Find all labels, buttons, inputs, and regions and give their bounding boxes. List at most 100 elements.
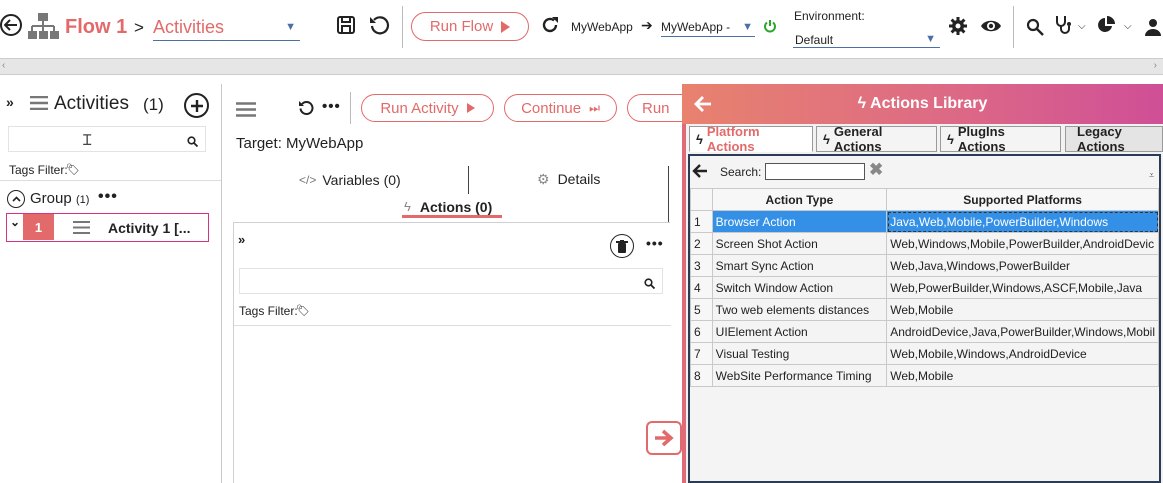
- table-row[interactable]: 3 Smart Sync Action Web,Java,Windows,Power…: [690, 254, 1159, 277]
- eye-icon[interactable]: [980, 18, 1002, 34]
- drag-handle-icon[interactable]: [73, 221, 90, 234]
- library-edge: [682, 124, 686, 483]
- environment-select[interactable]: Default ▼: [793, 30, 940, 48]
- supported-platforms-cell[interactable]: Web,Mobile: [886, 298, 1159, 321]
- tab-label: General Actions: [833, 124, 883, 154]
- tab-separator: [468, 166, 469, 194]
- text-cursor-icon: Ɪ: [83, 132, 92, 149]
- flow-title[interactable]: Flow 1: [65, 16, 127, 39]
- filter-dropdown-icon[interactable]: ⩡: [1149, 170, 1154, 181]
- refresh-icon[interactable]: [540, 15, 560, 35]
- action-type-cell[interactable]: Visual Testing: [711, 342, 888, 365]
- clear-search-icon[interactable]: ✖: [869, 160, 883, 180]
- table-row[interactable]: 7 Visual Testing Web,Mobile,Windows,Androi…: [690, 342, 1159, 365]
- search-icon[interactable]: [187, 134, 199, 148]
- expand-activity-icon[interactable]: ⌄: [10, 215, 20, 229]
- more-icon[interactable]: •••: [322, 98, 341, 115]
- skip-forward-icon: ⏭: [589, 100, 600, 115]
- search-icon[interactable]: [644, 276, 656, 290]
- tab-platform-actions[interactable]: ϟ Platform Actions: [689, 124, 813, 154]
- activities-count: (1): [143, 95, 164, 114]
- collapse-group-icon[interactable]: [7, 190, 25, 208]
- horizontal-scrollbar[interactable]: ‹ ›: [0, 58, 1163, 75]
- activity-item[interactable]: ⌄ 1 Activity 1 [...: [6, 213, 209, 242]
- back-arrow-icon[interactable]: [0, 14, 22, 36]
- group-label[interactable]: Group: [30, 190, 72, 207]
- tab-general-actions[interactable]: ϟ General Actions: [816, 124, 937, 154]
- delete-all-button[interactable]: [610, 234, 634, 258]
- search-icon[interactable]: [1026, 18, 1044, 36]
- user-icon[interactable]: [1144, 18, 1162, 36]
- tab-actions[interactable]: ϟ Actions (0): [402, 198, 502, 218]
- tab-variables[interactable]: </> Variables (0): [299, 171, 403, 189]
- library-search-input[interactable]: [765, 163, 865, 180]
- continue-button[interactable]: Continue ⏭: [504, 94, 617, 122]
- table-row[interactable]: 8 WebSite Performance Timing Web,Mobile: [690, 364, 1159, 387]
- table-row[interactable]: 6 UIElement Action AndroidDevice,Java,Powe…: [690, 320, 1159, 343]
- action-type-cell[interactable]: Two web elements distances: [711, 298, 888, 321]
- tag-icon[interactable]: 🏷: [296, 304, 310, 317]
- arrow-right-icon: ➔: [641, 17, 653, 33]
- supported-platforms-cell[interactable]: Java,Web,Mobile,PowerBuilder,Windows: [886, 210, 1159, 233]
- app-target-select[interactable]: MyWebApp - ▼: [661, 17, 755, 37]
- hamburger-icon[interactable]: [236, 102, 256, 117]
- collapse-all-icon[interactable]: »: [6, 94, 14, 110]
- group-more-icon[interactable]: •••: [98, 188, 118, 206]
- flow-tree-icon: [27, 12, 59, 42]
- row-number: 5: [690, 298, 713, 321]
- tab-details[interactable]: ⚙ Details: [537, 170, 617, 188]
- action-type-cell[interactable]: UIElement Action: [711, 320, 888, 343]
- scroll-right-icon[interactable]: ›: [1154, 60, 1157, 71]
- action-type-cell[interactable]: Browser Action: [711, 210, 888, 233]
- activity-number: 1: [34, 219, 43, 235]
- add-activity-button[interactable]: [184, 93, 209, 118]
- tag-icon[interactable]: 🏷: [66, 163, 80, 176]
- table-row[interactable]: 1 Browser Action Java,Web,Mobile,PowerBuil…: [690, 210, 1159, 233]
- supported-platforms-cell[interactable]: Web,Windows,Mobile,PowerBuilder,AndroidD…: [886, 232, 1159, 255]
- supported-platforms-cell[interactable]: Web,Mobile,Windows,AndroidDevice: [886, 342, 1159, 365]
- column-header-supported-platforms[interactable]: Supported Platforms: [886, 188, 1159, 211]
- pie-chart-icon[interactable]: [1097, 16, 1115, 34]
- run-flow-button[interactable]: Run Flow: [411, 12, 529, 41]
- table-row[interactable]: 5 Two web elements distances Web,Mobile: [690, 298, 1159, 321]
- scroll-left-icon[interactable]: ‹: [2, 60, 5, 71]
- app-target-value: MyWebApp -: [661, 20, 731, 34]
- more-icon[interactable]: •••: [646, 235, 664, 251]
- tab-legacy-actions[interactable]: Legacy Actions: [1065, 124, 1163, 154]
- gear-icon[interactable]: [948, 16, 968, 36]
- actions-library-panel: ϟ Actions Library ϟ Platform Actions ϟ G…: [682, 84, 1163, 483]
- back-arrow-icon[interactable]: [692, 164, 710, 178]
- action-type-cell[interactable]: Screen Shot Action: [711, 232, 888, 255]
- activities-search-input[interactable]: Ɪ: [8, 126, 206, 152]
- actions-search-input[interactable]: [239, 268, 663, 294]
- lightning-icon: ϟ: [857, 95, 867, 112]
- activity-name: Activity 1 [...: [108, 220, 191, 236]
- action-type-cell[interactable]: WebSite Performance Timing: [711, 364, 888, 387]
- supported-platforms-cell[interactable]: Web,Mobile: [886, 364, 1159, 387]
- chevron-down-icon[interactable]: ⌵: [1078, 21, 1086, 32]
- expand-all-icon[interactable]: »: [238, 232, 245, 247]
- column-header-action-type[interactable]: Action Type: [711, 188, 888, 211]
- action-type-cell[interactable]: Switch Window Action: [711, 276, 888, 299]
- chevron-down-icon[interactable]: ⌵: [1124, 21, 1132, 32]
- play-icon: [501, 20, 511, 33]
- stethoscope-icon[interactable]: [1054, 15, 1072, 35]
- hamburger-icon[interactable]: [30, 95, 48, 111]
- table-row[interactable]: 2 Screen Shot Action Web,Windows,Mobile,Po…: [690, 232, 1159, 255]
- supported-platforms-cell[interactable]: AndroidDevice,Java,PowerBuilder,Windows,…: [886, 320, 1159, 343]
- supported-platforms-cell[interactable]: Web,PowerBuilder,Windows,ASCF,Mobile,Jav…: [886, 276, 1159, 299]
- run-activity-button[interactable]: Run Activity: [361, 94, 494, 122]
- add-to-activity-button[interactable]: [646, 421, 682, 455]
- tab-plugins-actions[interactable]: ϟ PlugIns Actions: [940, 124, 1061, 154]
- save-icon[interactable]: [336, 15, 356, 35]
- table-row[interactable]: 4 Switch Window Action Web,PowerBuilder,Wi…: [690, 276, 1159, 299]
- undo-icon[interactable]: [298, 100, 314, 116]
- supported-platforms-cell[interactable]: Web,Java,Windows,PowerBuilder: [886, 254, 1159, 277]
- chevron-down-icon: ▼: [285, 21, 296, 33]
- power-icon[interactable]: [763, 19, 777, 33]
- action-type-cell[interactable]: Smart Sync Action: [711, 254, 888, 277]
- divider: [0, 180, 221, 181]
- activities-select[interactable]: Activities ▼: [153, 15, 300, 41]
- undo-icon[interactable]: [368, 14, 390, 36]
- code-icon: </>: [299, 173, 317, 187]
